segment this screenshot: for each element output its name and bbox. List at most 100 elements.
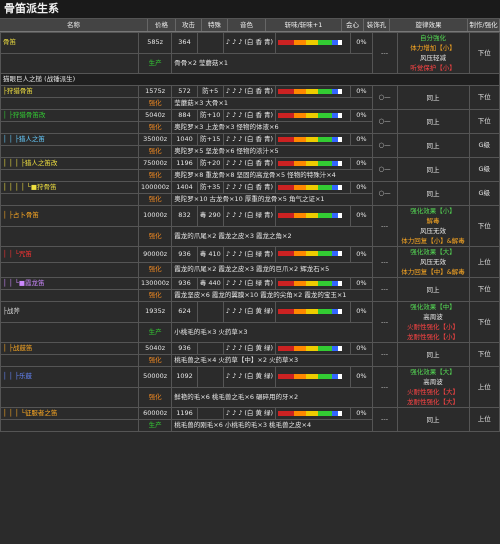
weapon-slots: ○— [371, 85, 398, 110]
material-tag: 强化 [138, 145, 173, 158]
weapon-name[interactable]: │ ├狩猎骨笛改 [0, 109, 140, 122]
weapon-sharpness [275, 301, 352, 323]
weapon-name[interactable]: │ ├占卜骨笛 [0, 205, 140, 227]
weapon-make: 上位 [468, 366, 500, 408]
weapon-price: 35000z [138, 133, 173, 146]
weapon-make: 下位 [468, 205, 500, 247]
weapon-name[interactable]: │ │ ├乐鼓 [0, 366, 140, 388]
weapon-notes: ♪ ♪ ♪ (白 香 青) [222, 85, 277, 98]
material-tag: 生产 [138, 419, 173, 432]
table-row: │ │ │ │ └■狩骨笛 100000z 1404 防+35 ♪ ♪ ♪ (白 香 青… [0, 181, 500, 206]
weapon-name[interactable]: │ │ └■霞龙笛 [0, 277, 140, 290]
effect-item: 高周波 [423, 313, 443, 321]
weapon-price: 10000z [138, 205, 173, 227]
weapon-sharpness [275, 342, 352, 355]
table-row: │ │ └■霞龙笛 130000z 936 毒 440 ♪ ♪ ♪ (白 绿 青) 0% -… [0, 277, 500, 302]
effect-item: 自分強化 [420, 34, 447, 42]
weapon-name[interactable]: │ │ └咒笛 [0, 246, 140, 263]
effect-item: 同上 [426, 285, 440, 294]
materials-spacer [0, 97, 140, 110]
weapon-slots: --- [371, 32, 398, 74]
weapon-price: 100000z [138, 181, 173, 194]
weapon-attack: 832 [171, 205, 198, 227]
weapon-effects: 强化效果【中】 高周波 火耐性强化【小】 龙耐性强化【小】 [396, 301, 470, 343]
sharpness-bar [278, 136, 343, 142]
weapon-special: 防+35 [196, 181, 224, 194]
materials-list: 桃毛兽的刚毛×6 小桃毛的毛×3 桃毛兽之皮×4 [171, 419, 373, 432]
weapon-affinity: 0% [350, 366, 373, 388]
weapon-make: 下位 [468, 342, 500, 367]
effect-item: 体力增加【小】 [410, 44, 456, 52]
weapon-sharpness [275, 246, 352, 263]
weapon-attack: 624 [171, 301, 198, 323]
weapon-name[interactable]: │ │ ├猎人之笛 [0, 133, 140, 146]
materials-spacer [0, 121, 140, 134]
weapon-special: 防+20 [196, 157, 224, 170]
weapon-make: G级 [468, 181, 500, 206]
weapon-special [196, 32, 224, 54]
header-attack: 攻击 [176, 19, 202, 31]
effect-item: 风压轻减 [420, 54, 447, 62]
material-tag: 强化 [138, 354, 173, 367]
effect-item: 龙耐性强化【大】 [407, 398, 460, 406]
page-title: 骨笛派生系 [0, 0, 500, 19]
weapon-special: 毒 440 [196, 277, 224, 290]
weapon-notes: ♪ ♪ ♪ (白 黄 绿) [222, 366, 277, 388]
weapon-make: 下位 [468, 32, 500, 74]
weapon-affinity: 0% [350, 157, 373, 170]
weapon-affinity: 0% [350, 277, 373, 290]
weapon-sharpness [275, 407, 352, 420]
effect-item: 强化效果【大】 [410, 248, 456, 256]
table-header: 名称 价格 攻击 特殊 音色 斩味/斩味+1 会心 装饰孔 旋律效果 制作/强化 [0, 19, 500, 32]
material-tag: 强化 [138, 386, 173, 408]
weapon-name[interactable]: ├狩猎骨笛 [0, 85, 140, 98]
materials-spacer [0, 225, 140, 247]
weapon-affinity: 0% [350, 181, 373, 194]
weapon-special [196, 342, 224, 355]
weapon-name[interactable]: │ │ │ │ └■狩骨笛 [0, 181, 140, 194]
weapon-table: 骨笛 585z 364 ♪ ♪ ♪ (白 香 青) 0% --- 自分強化 体力增加【小】 风压… [0, 32, 500, 432]
table-row: │ │ └咒笛 90000z 936 毒 410 ♪ ♪ ♪ (白 绿 青) 0% --- 强… [0, 246, 500, 278]
weapon-name[interactable]: ├战斧 [0, 301, 140, 323]
header-sharpness: 斩味/斩味+1 [266, 19, 342, 31]
weapon-special: 防+5 [196, 85, 224, 98]
weapon-name[interactable]: │ │ │ ├猎人之笛改 [0, 157, 140, 170]
materials-spacer [0, 289, 140, 302]
materials-list: 鲜艳的毛×6 桃毛兽之毛×6 碾碎用的牙×2 [171, 386, 373, 408]
header-effects: 旋律效果 [390, 19, 468, 31]
weapon-affinity: 0% [350, 205, 373, 227]
effect-item: 同上 [426, 117, 440, 126]
header-price: 价格 [148, 19, 176, 31]
header-affinity: 会心 [342, 19, 364, 31]
materials-list: 莹蘑菇×3 大骨×1 [171, 97, 373, 110]
weapon-name[interactable]: │ ├战鼓笛 [0, 342, 140, 355]
table-row: 骨笛 585z 364 ♪ ♪ ♪ (白 香 青) 0% --- 自分強化 体力增加【小】 风压… [0, 32, 500, 74]
material-tag: 强化 [138, 225, 173, 247]
materials-spacer [0, 354, 140, 367]
effect-item: 同上 [426, 93, 440, 102]
weapon-make: 下位 [468, 109, 500, 134]
materials-spacer [0, 321, 140, 343]
weapon-name[interactable]: 骨笛 [0, 32, 140, 54]
header-make: 制作/强化 [468, 19, 500, 31]
weapon-sharpness [275, 366, 352, 388]
weapon-name[interactable]: │ │ │ └征服者之笛 [0, 407, 140, 420]
weapon-slots: ○— [371, 109, 398, 134]
weapon-attack: 884 [171, 109, 198, 122]
weapon-slots: --- [371, 301, 398, 343]
sharpness-bar [278, 251, 343, 257]
weapon-notes: ♪ ♪ ♪ (白 黄 绿) [222, 342, 277, 355]
weapon-effects: 同上 [396, 157, 470, 182]
materials-list: 霞龙的爪尾×2 霞龙之皮×3 霞龙的巨爪×2 辉龙石×5 [171, 261, 373, 278]
effect-item: 强化效果【大】 [410, 368, 456, 376]
weapon-notes: ♪ ♪ ♪ (白 香 青) [222, 181, 277, 194]
weapon-effects: 自分強化 体力增加【小】 风压轻减 听觉保护【小】 [396, 32, 470, 74]
page: 骨笛派生系 名称 价格 攻击 特殊 音色 斩味/斩味+1 会心 装饰孔 旋律效果… [0, 0, 500, 544]
weapon-attack: 1092 [171, 366, 198, 388]
weapon-special [196, 366, 224, 388]
header-notes: 音色 [228, 19, 266, 31]
sharpness-bar [278, 112, 343, 118]
table-row: ├战斧 1935z 624 ♪ ♪ ♪ (白 黄 绿) 0% --- 强化效果【中】 高周波火… [0, 301, 500, 343]
weapon-slots: --- [371, 366, 398, 408]
effect-item: 解毒 [426, 217, 440, 225]
